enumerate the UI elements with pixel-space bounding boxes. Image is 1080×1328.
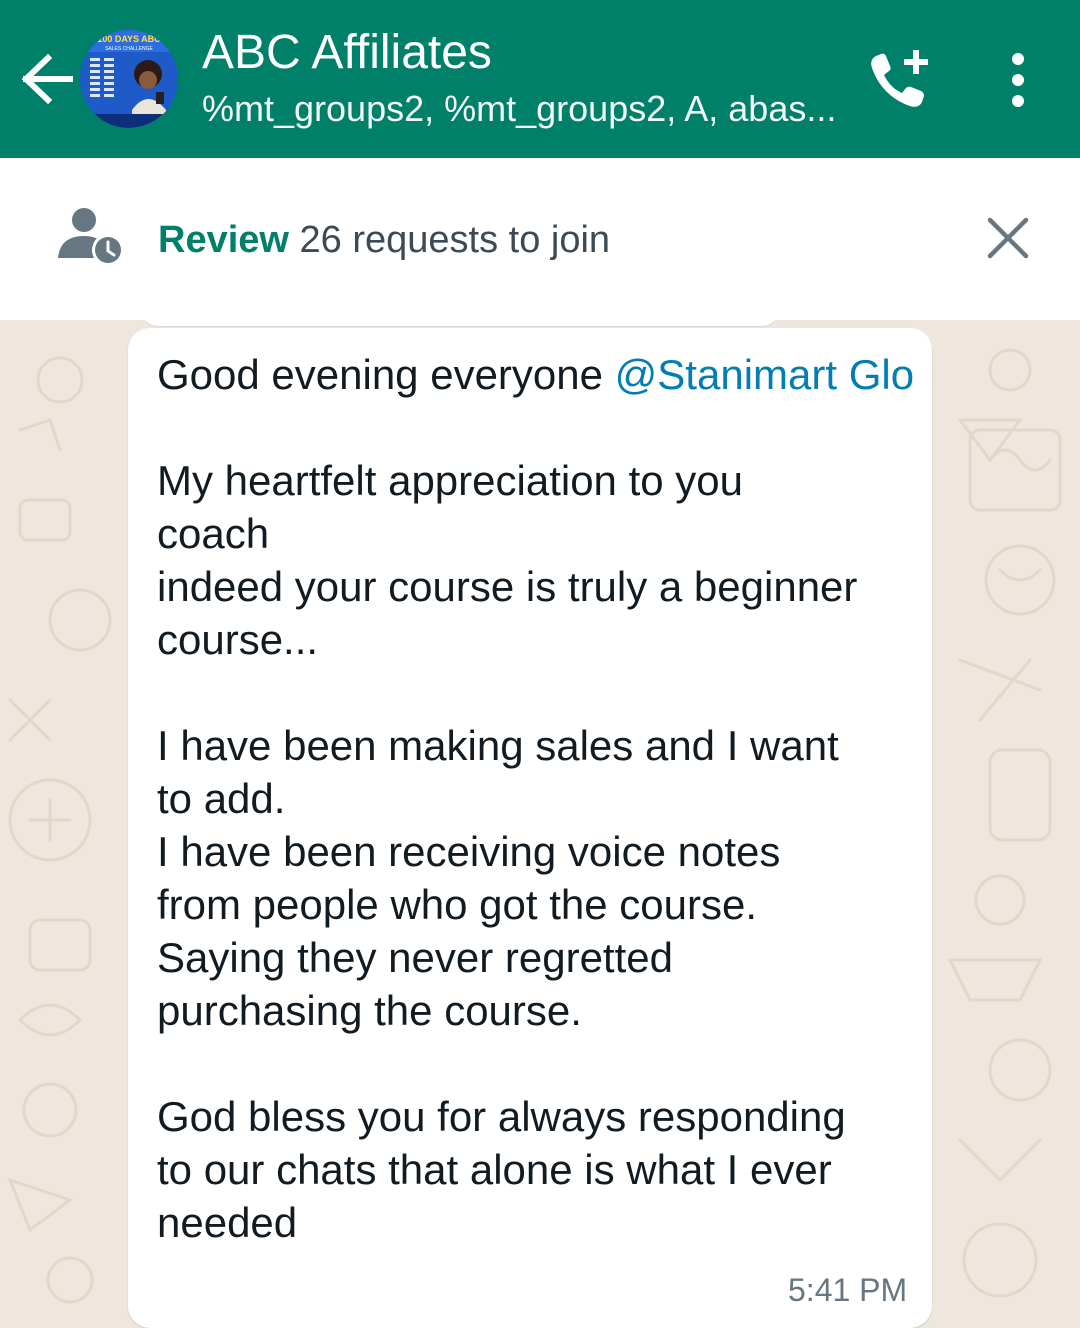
group-avatar[interactable]: 100 DAYS ABC SALES CHALLENGE	[80, 30, 178, 128]
add-call-icon	[862, 50, 938, 120]
chat-messages-area[interactable]: Good evening everyone @Stanimart Glo My …	[0, 320, 1080, 1328]
group-title[interactable]: ABC Affiliates	[202, 22, 852, 84]
close-icon	[982, 217, 1034, 268]
chat-header: 100 DAYS ABC SALES CHALLENGE ABC Affilia…	[0, 0, 1080, 158]
person-clock-icon	[56, 206, 126, 273]
message-text: Good evening everyone @Stanimart Glo My …	[157, 348, 917, 1249]
review-link[interactable]: Review	[158, 219, 289, 261]
back-button[interactable]	[20, 50, 74, 108]
avatar-subtitle: SALES CHALLENGE	[105, 46, 153, 52]
more-options-button[interactable]	[990, 48, 1046, 114]
avatar-title: 100 DAYS ABC	[97, 34, 161, 44]
dismiss-banner-button[interactable]	[982, 212, 1034, 264]
arrow-left-icon	[20, 53, 74, 112]
add-call-button[interactable]	[862, 46, 938, 116]
previous-message-bubble	[140, 320, 780, 326]
join-requests-text: Review 26 requests to join	[158, 212, 610, 268]
message-greeting: Good evening everyone	[157, 351, 615, 398]
message-body: My heartfelt appreciation to you coach i…	[157, 457, 858, 1246]
mention-link[interactable]: @Stanimart Glo	[615, 351, 914, 398]
group-members-subtitle[interactable]: %mt_groups2, %mt_groups2, A, abas...	[202, 84, 842, 134]
requests-count-text: 26 requests to join	[288, 219, 611, 261]
message-bubble[interactable]: Good evening everyone @Stanimart Glo My …	[128, 328, 932, 1328]
more-vertical-icon	[990, 53, 1046, 118]
message-timestamp: 5:41 PM	[788, 1272, 908, 1308]
